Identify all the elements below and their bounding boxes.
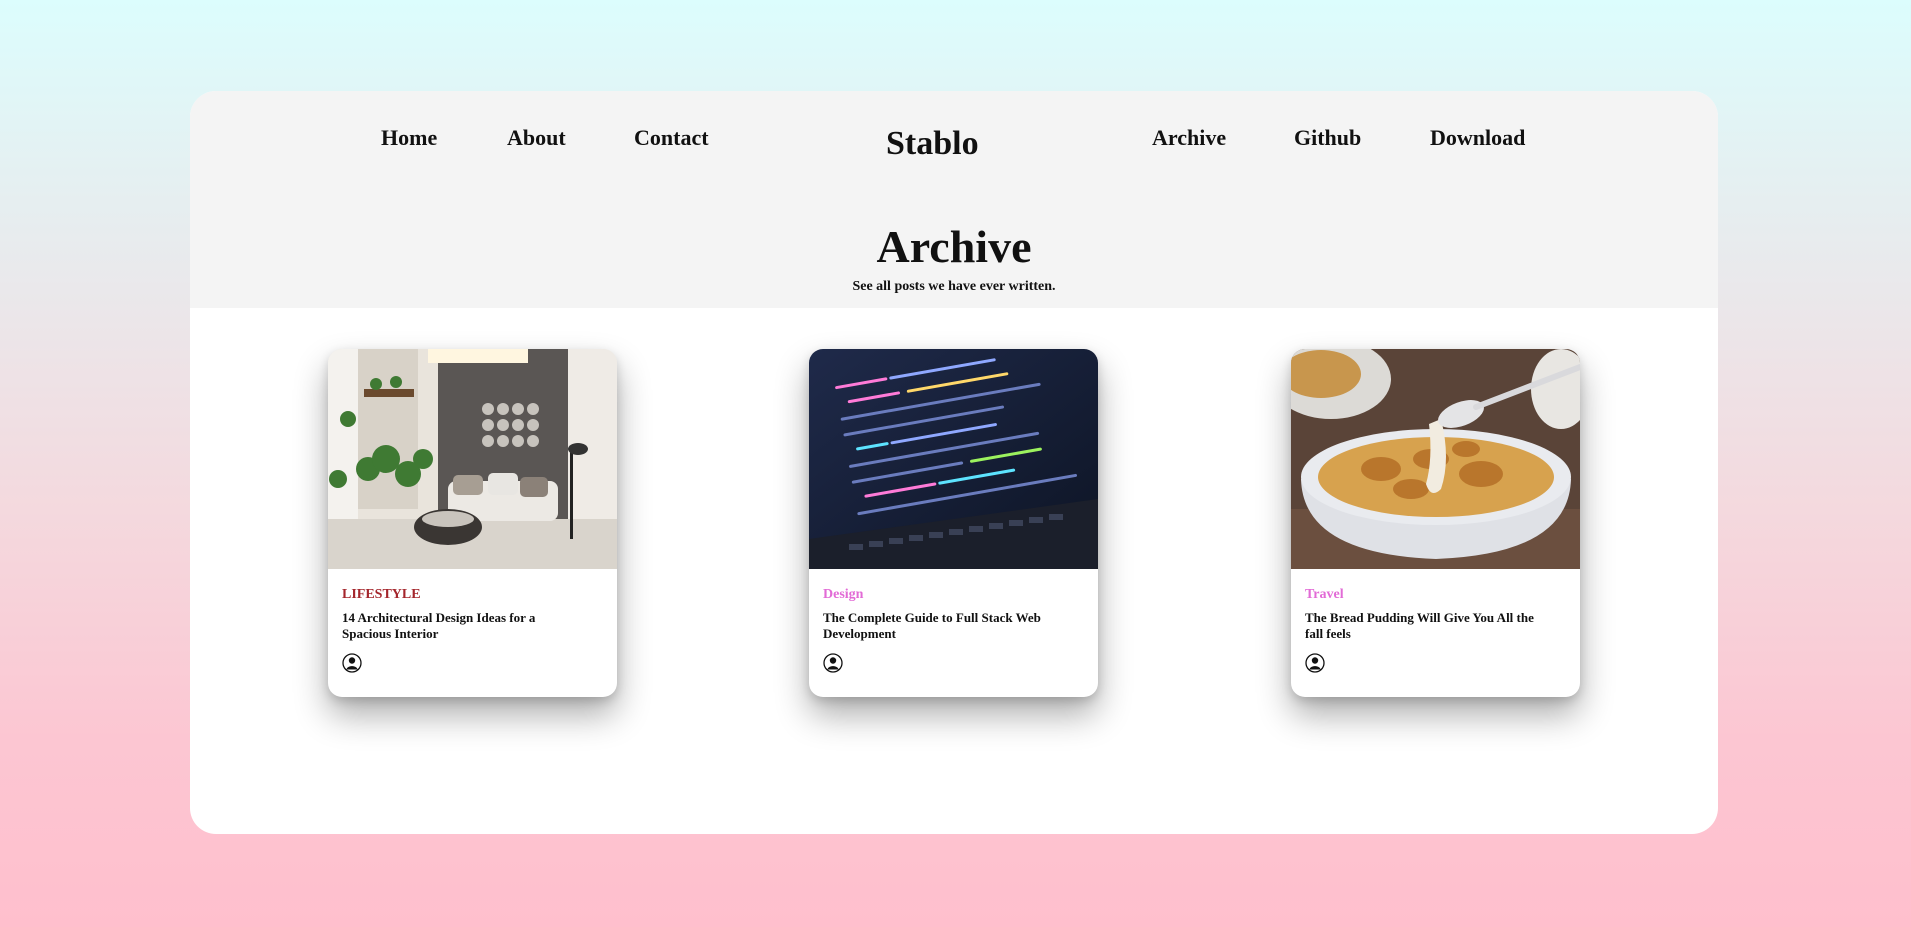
nav-archive-link[interactable]: Archive <box>1152 125 1226 151</box>
main-container: Home About Contact Stablo Archive Github… <box>190 91 1718 834</box>
nav-about-link[interactable]: About <box>507 125 566 151</box>
nav-download-link[interactable]: Download <box>1430 125 1525 151</box>
author-avatar-icon[interactable] <box>823 653 843 673</box>
code-on-laptop-image[interactable] <box>809 349 1098 569</box>
post-category[interactable]: Travel <box>1305 587 1344 603</box>
author-avatar-icon[interactable] <box>1305 653 1325 673</box>
nav-contact-link[interactable]: Contact <box>634 125 709 151</box>
post-title[interactable]: 14 Architectural Design Ideas for a Spac… <box>342 610 572 642</box>
post-card[interactable]: Travel The Bread Pudding Will Give You A… <box>1291 349 1580 697</box>
post-category[interactable]: Design <box>823 587 863 603</box>
page-subtitle: See all posts we have ever written. <box>852 279 1056 294</box>
site-logo[interactable]: Stablo <box>886 125 979 163</box>
post-category[interactable]: LIFESTYLE <box>342 587 421 603</box>
page-title: Archive <box>876 221 1032 272</box>
post-card[interactable]: LIFESTYLE 14 Architectural Design Ideas … <box>328 349 617 697</box>
post-title[interactable]: The Bread Pudding Will Give You All the … <box>1305 610 1535 642</box>
nav-github-link[interactable]: Github <box>1294 125 1361 151</box>
interior-living-room-image[interactable] <box>328 349 617 569</box>
post-card[interactable]: Design The Complete Guide to Full Stack … <box>809 349 1098 697</box>
bread-pudding-image[interactable] <box>1291 349 1580 569</box>
author-avatar-icon[interactable] <box>342 653 362 673</box>
site-header: Home About Contact Stablo Archive Github… <box>190 91 1718 308</box>
post-title[interactable]: The Complete Guide to Full Stack Web Dev… <box>823 610 1053 642</box>
nav-home-link[interactable]: Home <box>381 125 437 151</box>
